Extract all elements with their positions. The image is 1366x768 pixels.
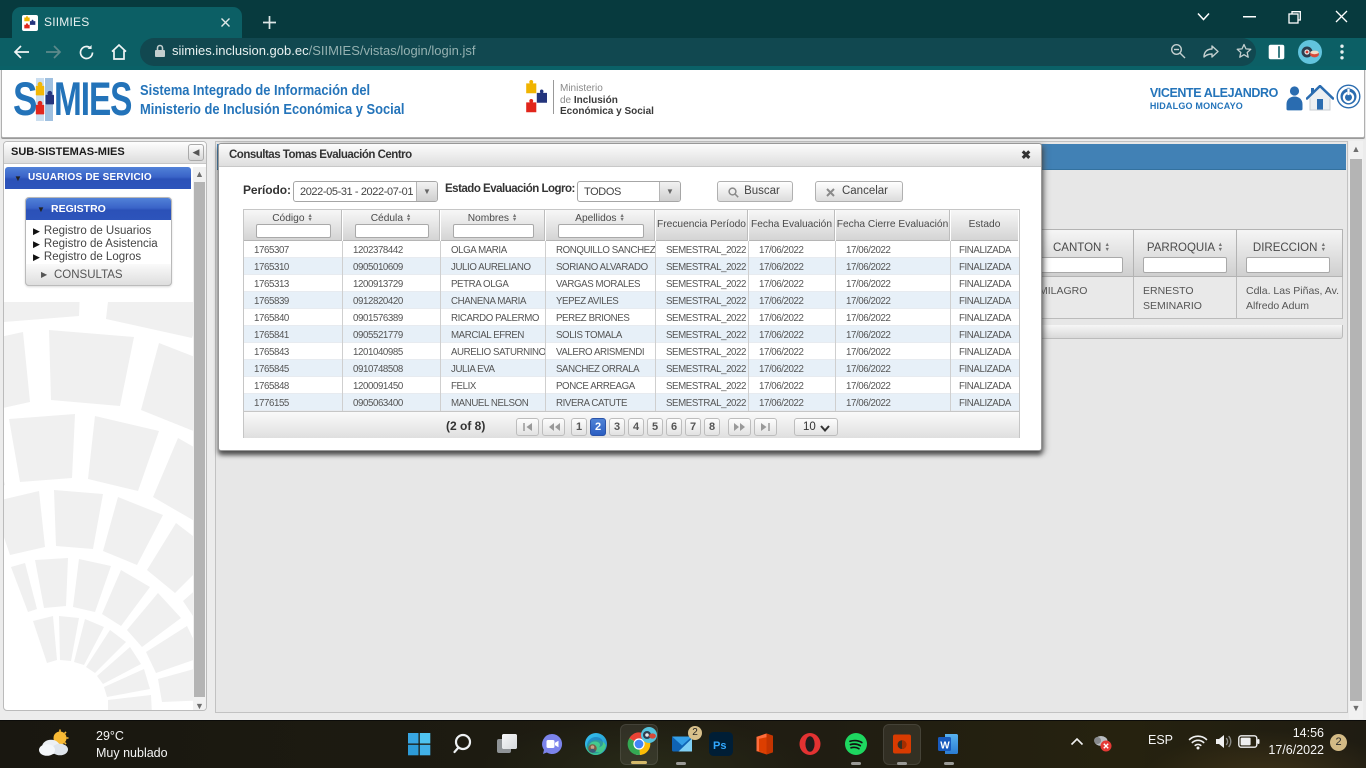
svg-text:W: W (940, 741, 950, 752)
svg-text:Ps: Ps (713, 740, 726, 752)
